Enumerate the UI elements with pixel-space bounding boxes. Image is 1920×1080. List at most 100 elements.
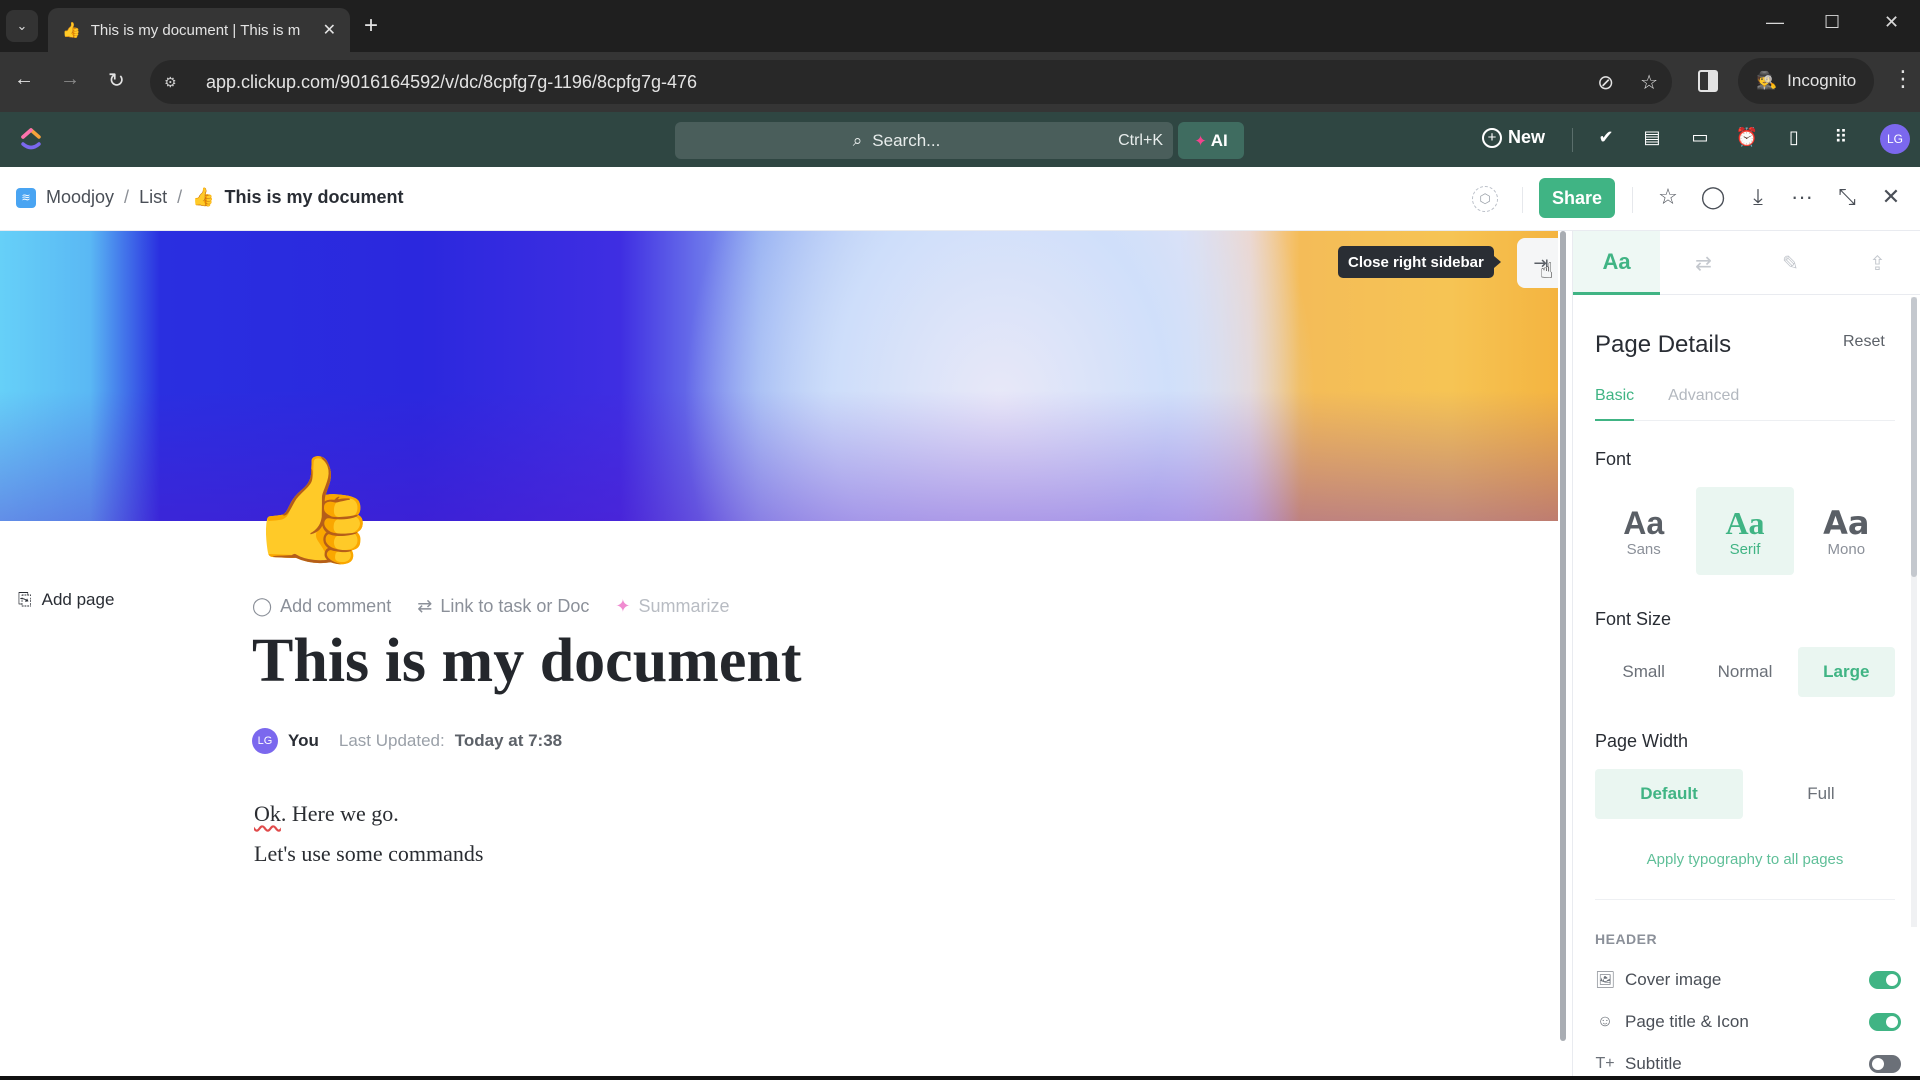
breadcrumb-separator: / xyxy=(177,187,183,207)
tab-typography[interactable]: Aa xyxy=(1573,231,1660,295)
breadcrumb-space[interactable]: Moodjoy xyxy=(46,187,114,208)
export-icon[interactable]: ⤓ xyxy=(1744,184,1772,210)
page-width-full[interactable]: Full xyxy=(1747,769,1895,819)
page-emoji-icon[interactable]: 👍 xyxy=(248,458,378,562)
relationships-icon: ⇄ xyxy=(1695,252,1712,275)
document-icon[interactable]: ▯ xyxy=(1782,127,1806,148)
summarize-button[interactable]: ✦ Summarize xyxy=(615,596,729,617)
browser-tab-active[interactable]: 👍 This is my document | This is m ✕ xyxy=(48,8,350,52)
font-size-options: Small Normal Large xyxy=(1595,647,1895,697)
tab-relationships[interactable]: ⇄ xyxy=(1660,231,1747,295)
page-title[interactable]: This is my document xyxy=(252,626,801,697)
image-icon: 🖼 xyxy=(1595,972,1616,989)
app-topbar: ⌕ Search... Ctrl+K ✦ AI + New ✔ ▤ ▭ ⏰ ▯ … xyxy=(0,112,1920,167)
screen-bottom-edge xyxy=(0,1076,1920,1080)
toggle-row-subtitle: T+ Subtitle xyxy=(1595,1049,1901,1079)
font-size-large[interactable]: Large xyxy=(1797,647,1895,697)
last-updated-label: Last Updated: xyxy=(338,731,445,750)
sidebar-tabs: Aa ⇄ ✎ ⇪ xyxy=(1573,231,1920,295)
comment-icon: ◯ xyxy=(252,596,273,616)
paragraph[interactable]: Ok. Here we go. xyxy=(254,794,483,834)
notepad-icon[interactable]: ▤ xyxy=(1640,127,1664,148)
back-button[interactable]: ← xyxy=(14,68,34,91)
font-size-normal[interactable]: Normal xyxy=(1696,647,1793,697)
maximize-button[interactable]: ☐ xyxy=(1824,12,1840,33)
breadcrumb-list[interactable]: List xyxy=(139,187,167,208)
cover-image[interactable] xyxy=(0,231,1558,521)
font-option-serif[interactable]: Aa Serif xyxy=(1696,487,1794,575)
add-comment-button[interactable]: ◯ Add comment xyxy=(252,596,391,617)
forward-button[interactable]: → xyxy=(60,68,80,91)
incognito-badge[interactable]: 🕵 Incognito xyxy=(1738,58,1875,104)
breadcrumb: ≋ Moodjoy / List / 👍 This is my document xyxy=(16,187,404,208)
add-page-button[interactable]: ⎘ Add page xyxy=(18,590,114,610)
author-name: You xyxy=(288,731,319,750)
more-icon[interactable]: ··· xyxy=(1788,184,1816,210)
toggle-row-page-title: ☺ Page title & Icon xyxy=(1595,1007,1901,1037)
content-scrollbar[interactable] xyxy=(1558,231,1568,1041)
sidebar-scrollbar[interactable] xyxy=(1911,297,1917,927)
minimize-button[interactable]: — xyxy=(1766,12,1784,33)
divider xyxy=(1595,899,1895,900)
breadcrumb-current-doc[interactable]: This is my document xyxy=(225,187,404,208)
collapse-icon[interactable]: ⤡ xyxy=(1833,184,1861,210)
new-button[interactable]: + New xyxy=(1482,127,1545,148)
misspelled-word[interactable]: Ok xyxy=(254,801,281,826)
apps-grid-icon[interactable]: ⠿ xyxy=(1829,127,1853,148)
address-bar[interactable]: ⚙ app.clickup.com/9016164592/v/dc/8cpfg7… xyxy=(150,60,1672,104)
font-option-mono[interactable]: Aa Mono xyxy=(1798,487,1895,575)
paragraph[interactable]: Let's use some commands xyxy=(254,834,483,874)
page-title-toggle[interactable] xyxy=(1869,1013,1901,1031)
smiley-icon: ☺ xyxy=(1596,1013,1614,1030)
author-avatar[interactable]: LG xyxy=(252,728,278,754)
comment-icon[interactable]: ◯ xyxy=(1699,184,1727,210)
subtab-advanced[interactable]: Advanced xyxy=(1668,387,1739,421)
reload-button[interactable]: ↻ xyxy=(108,68,125,93)
tab-title: This is my document | This is m xyxy=(90,21,301,39)
scrollbar-thumb[interactable] xyxy=(1911,297,1917,577)
tab-share-export[interactable]: ⇪ xyxy=(1834,231,1920,295)
window-close-button[interactable]: ✕ xyxy=(1884,12,1899,33)
share-button[interactable]: Share xyxy=(1539,178,1615,218)
subtab-basic[interactable]: Basic xyxy=(1595,387,1635,421)
video-clip-icon[interactable]: ▭ xyxy=(1688,127,1712,148)
bookmark-star-icon[interactable]: ☆ xyxy=(1640,70,1658,95)
url-text[interactable]: app.clickup.com/9016164592/v/dc/8cpfg7g-… xyxy=(206,72,1571,93)
site-info-icon[interactable]: ⚙ xyxy=(164,74,192,91)
apply-typography-link[interactable]: Apply typography to all pages xyxy=(1595,851,1895,868)
thumbs-up-icon: 👍 xyxy=(192,187,215,207)
ai-button[interactable]: ✦ AI xyxy=(1178,122,1244,159)
subtitle-toggle[interactable] xyxy=(1869,1055,1901,1073)
font-size-small[interactable]: Small xyxy=(1595,647,1692,697)
tab-ai-edit[interactable]: ✎ xyxy=(1747,231,1834,295)
doc-header-bar: ≋ Moodjoy / List / 👍 This is my document… xyxy=(0,167,1920,231)
incognito-icon: 🕵 xyxy=(1756,71,1778,90)
font-options: Aa Sans Aa Serif Aa Mono xyxy=(1595,487,1895,575)
alarm-clock-icon[interactable]: ⏰ xyxy=(1735,127,1759,148)
breadcrumb-separator: / xyxy=(124,187,130,207)
close-icon[interactable]: ✕ xyxy=(323,20,336,40)
tab-search-button[interactable]: ⌄ xyxy=(6,10,38,42)
reset-button[interactable]: Reset xyxy=(1843,333,1885,351)
plus-circle-icon: + xyxy=(1482,127,1502,148)
clickup-logo-icon[interactable] xyxy=(20,126,42,152)
tag-icon[interactable]: ⬡ xyxy=(1472,186,1498,212)
cover-image-toggle[interactable] xyxy=(1869,971,1901,989)
eye-off-icon[interactable]: ⊘ xyxy=(1597,70,1614,95)
new-tab-button[interactable]: + xyxy=(364,14,378,38)
star-icon[interactable]: ☆ xyxy=(1654,184,1682,210)
browser-toolbar: ← → ↻ ⚙ app.clickup.com/9016164592/v/dc/… xyxy=(0,52,1920,112)
side-panel-icon[interactable] xyxy=(1698,70,1718,92)
page-width-default[interactable]: Default xyxy=(1595,769,1743,819)
user-avatar[interactable]: LG xyxy=(1880,124,1910,154)
toggle-label: Cover image xyxy=(1625,970,1722,989)
close-doc-icon[interactable]: ✕ xyxy=(1877,184,1905,210)
link-task-button[interactable]: ⇄ Link to task or Doc xyxy=(417,596,589,617)
scrollbar-thumb[interactable] xyxy=(1560,231,1566,1041)
search-input[interactable]: ⌕ Search... Ctrl+K xyxy=(675,122,1173,159)
check-circle-icon[interactable]: ✔ xyxy=(1594,127,1618,148)
font-option-sans[interactable]: Aa Sans xyxy=(1595,487,1692,575)
divider xyxy=(1522,187,1523,213)
browser-menu-icon[interactable]: ⋮ xyxy=(1892,66,1914,92)
doc-body[interactable]: Ok. Here we go. Let's use some commands xyxy=(254,794,483,874)
